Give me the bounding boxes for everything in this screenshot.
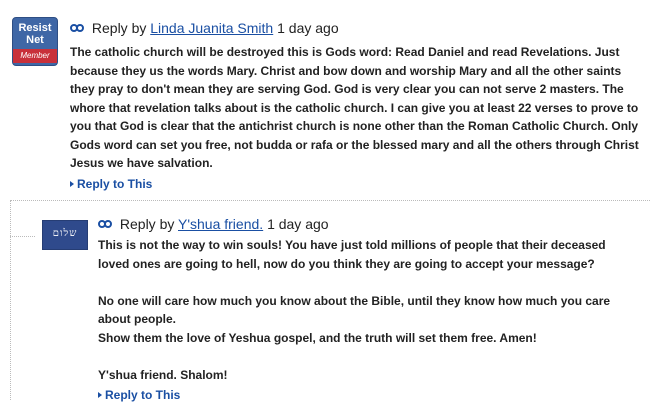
comment-paragraph: Show them the love of Yeshua gospel, and… [98,330,537,345]
author-link[interactable]: Y'shua friend. [178,216,263,232]
triangle-right-icon [98,392,102,398]
comment-item: Resist Net Member Reply by Linda Juanita… [0,0,650,200]
reply-to-this-link[interactable]: Reply to This [70,177,152,191]
comment-header: Reply by Linda Juanita Smith 1 day ago [70,20,339,36]
comment-item: שלום Reply by Y'shua friend. 1 day ago T… [0,200,650,403]
comment-paragraph: This is not the way to win souls! You ha… [98,238,606,271]
avatar-member-badge: Member [13,49,57,63]
reply-by-label: Reply by [119,216,175,232]
avatar-logo-line2: Net [26,34,44,46]
reply-to-this-link[interactable]: Reply to This [98,388,180,402]
triangle-right-icon [70,181,74,187]
link-chain-icon [98,220,112,228]
avatar[interactable]: שלום [42,220,88,250]
comment-paragraph: No one will care how much you know about… [98,293,611,327]
reply-link-label: Reply to This [77,177,153,191]
reply-by-label: Reply by [91,20,147,36]
author-link[interactable]: Linda Juanita Smith [150,20,273,36]
comment-signature: Y'shua friend. Shalom! [98,367,228,382]
hebrew-logo-icon: שלום [52,228,78,239]
comment-body: This is not the way to win souls! You ha… [98,236,628,384]
comment-body: The catholic church will be destroyed th… [70,43,640,173]
reply-link-label: Reply to This [105,388,181,402]
comment-paragraph: The catholic church will be destroyed th… [70,45,639,170]
comment-header: Reply by Y'shua friend. 1 day ago [98,216,329,232]
link-chain-icon [70,24,84,32]
timestamp: 1 day ago [277,20,339,36]
timestamp: 1 day ago [267,216,329,232]
avatar[interactable]: Resist Net Member [12,17,58,66]
avatar-logo-line1: Resist [18,22,52,34]
